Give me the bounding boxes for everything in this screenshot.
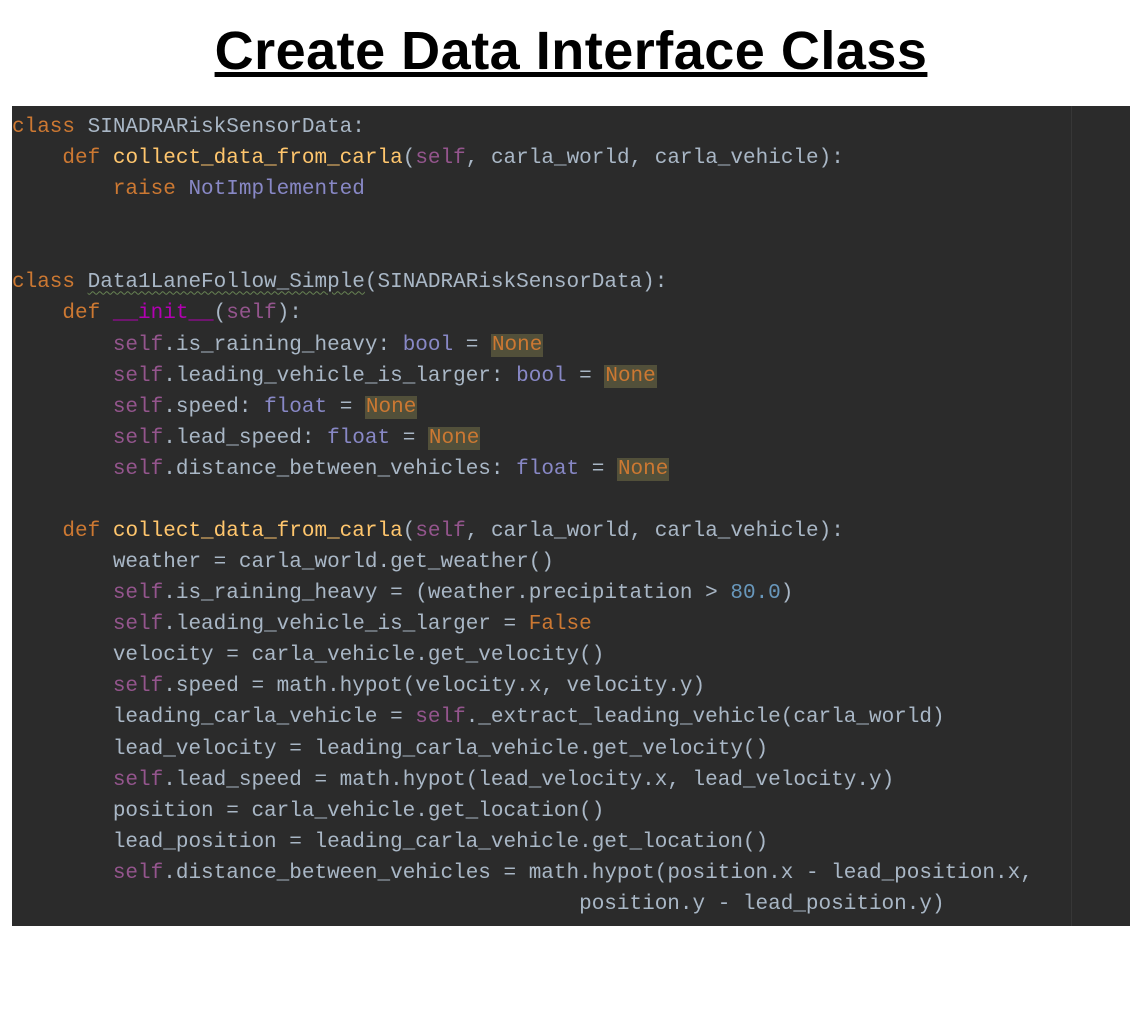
eq: =: [579, 458, 617, 481]
type-bool: bool: [403, 334, 453, 357]
keyword-raise: raise: [113, 178, 176, 201]
eq: =: [327, 396, 365, 419]
self-ref: self: [415, 706, 465, 729]
self-ref: self: [113, 862, 163, 885]
page-title: Create Data Interface Class: [0, 20, 1142, 82]
code-text: .distance_between_vehicles = math.hypot(…: [163, 862, 1033, 885]
function-name: collect_data_from_carla: [113, 147, 403, 170]
attr: .distance_between_vehicles:: [163, 458, 516, 481]
self-ref: self: [113, 769, 163, 792]
type-float: float: [327, 427, 390, 450]
code-block: class SINADRARiskSensorData: def collect…: [12, 106, 1130, 926]
code-text: ): [781, 582, 794, 605]
param: carla_world: [491, 520, 630, 543]
keyword-class: class: [12, 116, 75, 139]
keyword-def: def: [62, 302, 100, 325]
self-ref: self: [113, 396, 163, 419]
none-value: None: [428, 427, 480, 450]
none-value: None: [491, 334, 543, 357]
self-ref: self: [113, 582, 163, 605]
code-text: .lead_speed = math.hypot(lead_velocity.x…: [163, 769, 894, 792]
self-ref: self: [113, 675, 163, 698]
param-self: self: [415, 147, 465, 170]
attr: .leading_vehicle_is_larger:: [163, 365, 516, 388]
param: carla_vehicle: [655, 520, 819, 543]
eq: =: [567, 365, 605, 388]
type-float: float: [516, 458, 579, 481]
self-ref: self: [113, 334, 163, 357]
const-false: False: [529, 613, 592, 636]
none-value: None: [365, 396, 417, 419]
none-value: None: [617, 458, 669, 481]
builtin-exception: NotImplemented: [188, 178, 364, 201]
param-self: self: [415, 520, 465, 543]
keyword-def: def: [62, 147, 100, 170]
none-value: None: [604, 365, 656, 388]
code-text: .is_raining_heavy = (weather.precipitati…: [163, 582, 730, 605]
code-line: weather = carla_world.get_weather(): [113, 551, 554, 574]
code-line: position.y - lead_position.y): [12, 893, 945, 916]
self-ref: self: [113, 458, 163, 481]
eq: =: [453, 334, 491, 357]
base-class: SINADRARiskSensorData: [377, 271, 642, 294]
class-name: SINADRARiskSensorData: [88, 116, 353, 139]
code-text: .leading_vehicle_is_larger =: [163, 613, 528, 636]
param-self: self: [226, 302, 276, 325]
code-text: leading_carla_vehicle =: [113, 706, 415, 729]
code-line: lead_velocity = leading_carla_vehicle.ge…: [113, 738, 768, 761]
code-line: position = carla_vehicle.get_location(): [113, 800, 604, 823]
type-bool: bool: [516, 365, 566, 388]
keyword-class: class: [12, 271, 75, 294]
code-text: ._extract_leading_vehicle(carla_world): [466, 706, 945, 729]
code-text: .speed = math.hypot(velocity.x, velocity…: [163, 675, 705, 698]
code-line: lead_position = leading_carla_vehicle.ge…: [113, 831, 768, 854]
keyword-def: def: [62, 520, 100, 543]
code-line: velocity = carla_vehicle.get_velocity(): [113, 644, 604, 667]
number-literal: 80.0: [730, 582, 780, 605]
attr: .speed:: [163, 396, 264, 419]
dunder-init: __init__: [113, 302, 214, 325]
eq: =: [390, 427, 428, 450]
self-ref: self: [113, 427, 163, 450]
type-float: float: [264, 396, 327, 419]
param: carla_vehicle: [655, 147, 819, 170]
colon: :: [352, 116, 365, 139]
self-ref: self: [113, 365, 163, 388]
class-name: Data1LaneFollow_Simple: [88, 271, 365, 294]
attr: .lead_speed:: [163, 427, 327, 450]
self-ref: self: [113, 613, 163, 636]
function-name: collect_data_from_carla: [113, 520, 403, 543]
attr: .is_raining_heavy:: [163, 334, 402, 357]
param: carla_world: [491, 147, 630, 170]
